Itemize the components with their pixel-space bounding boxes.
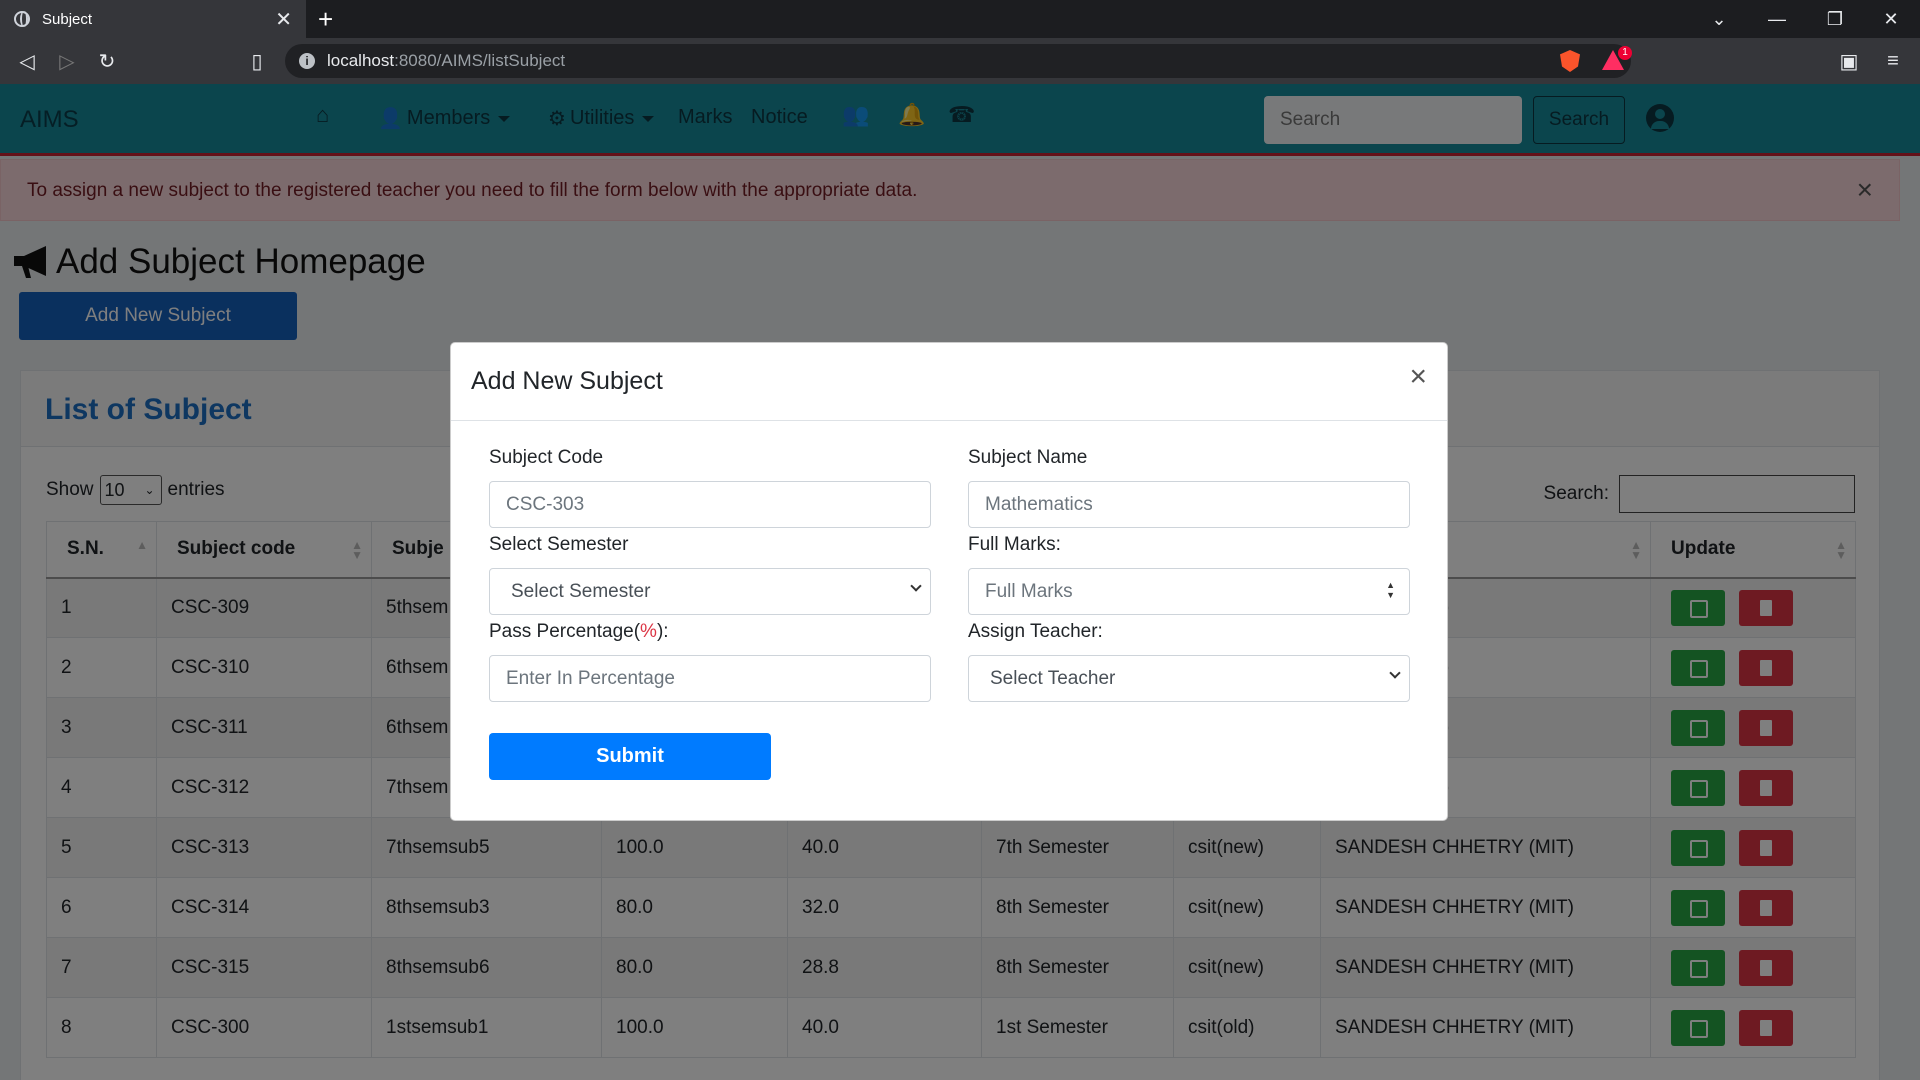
full-marks-label: Full Marks:: [968, 534, 1061, 555]
subject-name-label: Subject Name: [968, 447, 1088, 468]
tab-title: Subject: [42, 10, 93, 28]
close-window-button[interactable]: ✕: [1862, 0, 1920, 38]
tab-close-icon[interactable]: ✕: [275, 7, 292, 32]
semester-select[interactable]: Select Semester: [489, 568, 931, 615]
site-info-icon[interactable]: i: [299, 53, 315, 69]
browser-tab[interactable]: Subject ✕: [0, 0, 306, 38]
url-path: :8080/AIMS/listSubject: [394, 51, 566, 70]
address-bar-row: ◁ ▷ ↻ ▯ i localhost:8080/AIMS/listSubjec…: [0, 38, 1920, 84]
chevron-down-icon: [1389, 667, 1401, 679]
number-spinner-icon[interactable]: ▲ ▼: [1386, 580, 1395, 600]
menu-icon[interactable]: ≡: [1880, 48, 1906, 74]
subject-name-input[interactable]: Mathematics: [968, 481, 1410, 528]
pass-percentage-label: Pass Percentage(%):: [489, 621, 669, 642]
semester-label: Select Semester: [489, 534, 629, 555]
add-subject-modal: Add New Subject × Subject Code CSC-303 S…: [450, 342, 1448, 821]
restore-button[interactable]: ❐: [1806, 0, 1864, 38]
new-tab-button[interactable]: +: [318, 4, 333, 35]
subject-code-input[interactable]: CSC-303: [489, 481, 931, 528]
back-icon[interactable]: ◁: [14, 48, 40, 74]
full-marks-input[interactable]: Full Marks ▲ ▼: [968, 568, 1410, 615]
minimize-button[interactable]: —: [1748, 0, 1806, 38]
modal-header: Add New Subject ×: [451, 343, 1447, 421]
subject-code-label: Subject Code: [489, 447, 604, 468]
modal-close-icon[interactable]: ×: [1409, 362, 1427, 392]
full-marks-placeholder: Full Marks: [985, 581, 1073, 602]
modal-title: Add New Subject: [471, 367, 663, 395]
semester-value: Select Semester: [511, 581, 651, 602]
forward-icon[interactable]: ▷: [54, 48, 80, 74]
teacher-select[interactable]: Select Teacher: [968, 655, 1410, 702]
tab-search-icon[interactable]: ⌄: [1690, 0, 1748, 38]
url-host: localhost: [327, 51, 395, 70]
url-field[interactable]: i localhost:8080/AIMS/listSubject: [285, 44, 1631, 78]
assign-teacher-label: Assign Teacher:: [968, 621, 1103, 642]
pass-percentage-input[interactable]: Enter In Percentage: [489, 655, 931, 702]
reload-icon[interactable]: ↻: [94, 48, 120, 74]
browser-tab-bar: Subject ✕ + ⌄ — ❐ ✕: [0, 0, 1920, 38]
teacher-value: Select Teacher: [990, 668, 1116, 689]
submit-button[interactable]: Submit: [489, 733, 771, 780]
chevron-down-icon: [910, 580, 922, 592]
bookmark-icon[interactable]: ▯: [244, 48, 270, 74]
rewards-badge: 1: [1618, 46, 1632, 60]
globe-icon: [14, 11, 30, 27]
wallet-icon[interactable]: ▣: [1836, 48, 1862, 74]
